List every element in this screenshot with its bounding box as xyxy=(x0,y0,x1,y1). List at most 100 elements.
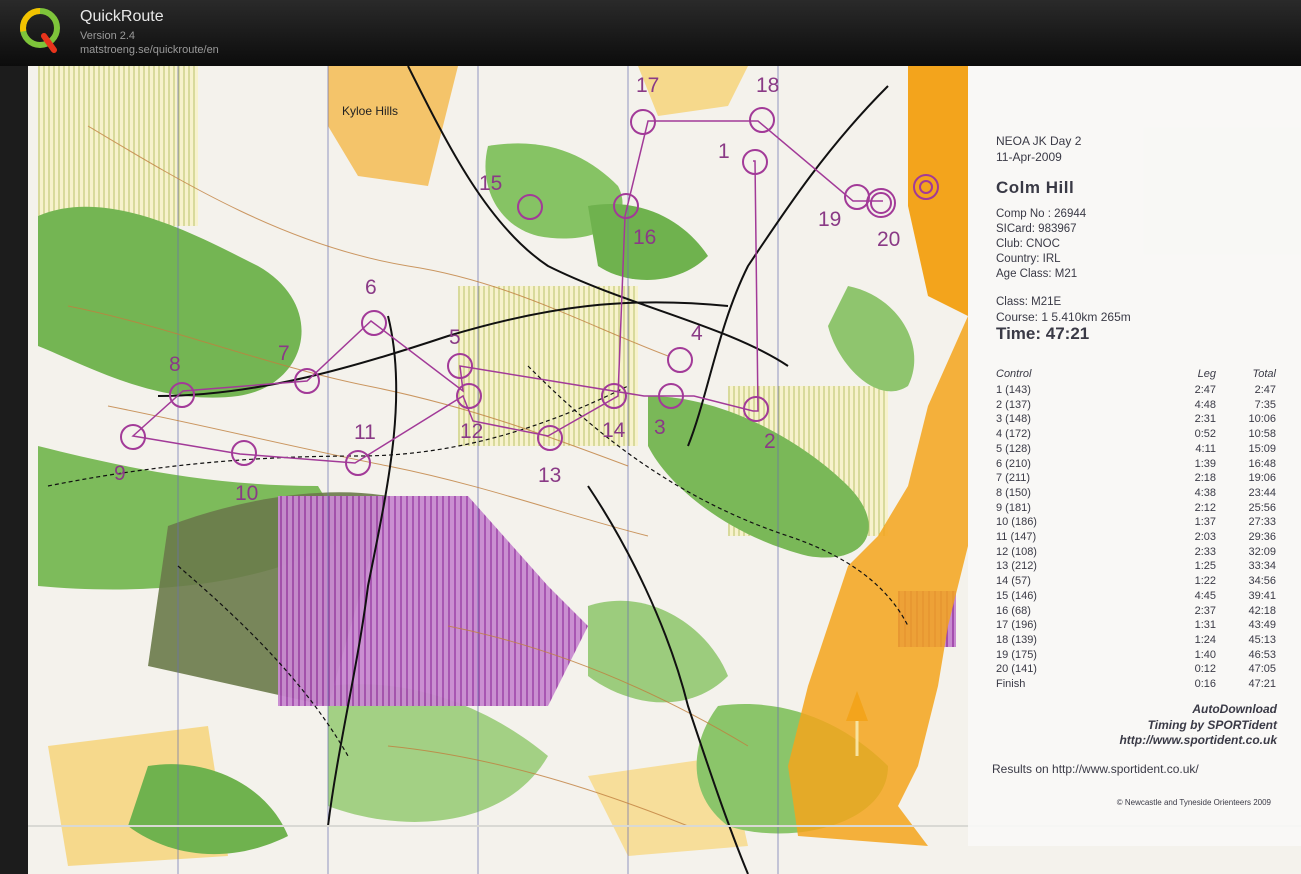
control-label-11: 11 xyxy=(354,421,376,444)
control-label-8: 8 xyxy=(169,353,181,376)
split-row: 15 (146) 4:45 39:41 xyxy=(996,590,1276,604)
split-leg: 4:45 xyxy=(1194,589,1216,602)
country: Country: IRL xyxy=(996,253,1061,265)
split-control: 19 (175) xyxy=(996,648,1037,661)
control-label-15: 15 xyxy=(479,172,503,195)
split-control: 16 (68) xyxy=(996,604,1031,617)
split-total: 32:09 xyxy=(1248,545,1276,558)
app-version: Version 2.4 xyxy=(80,30,136,42)
split-control: 11 (147) xyxy=(996,531,1037,543)
split-leg: 1:22 xyxy=(1194,575,1216,588)
comp-no: Comp No : 26944 xyxy=(996,208,1087,220)
split-row: 20 (141) 0:12 47:05 xyxy=(996,663,1276,677)
age-class: Age Class: M21 xyxy=(996,268,1078,280)
split-control: 13 (212) xyxy=(996,560,1037,573)
control-label-3: 3 xyxy=(654,416,666,439)
split-row: 12 (108) 2:33 32:09 xyxy=(996,546,1276,560)
split-total: 43:49 xyxy=(1248,619,1276,632)
split-row: 9 (181) 2:12 25:56 xyxy=(996,502,1276,516)
split-leg: 2:37 xyxy=(1194,604,1216,617)
control-label-9: 9 xyxy=(114,462,126,485)
split-total: 27:33 xyxy=(1248,516,1276,529)
quickroute-logo-icon xyxy=(20,8,60,53)
split-row: 18 (139) 1:24 45:13 xyxy=(996,634,1276,648)
split-total: 10:06 xyxy=(1248,413,1276,426)
app-url[interactable]: matstroeng.se/quickroute/en xyxy=(80,44,219,56)
split-control: 3 (148) xyxy=(996,413,1031,426)
split-row: 6 (210) 1:39 16:48 xyxy=(996,458,1276,472)
split-total: 16:48 xyxy=(1248,457,1276,470)
split-leg: 0:16 xyxy=(1194,678,1216,690)
place-label: Kyloe Hills xyxy=(342,104,399,118)
split-leg: 1:40 xyxy=(1194,648,1216,661)
autodownload-label: AutoDownload xyxy=(1192,702,1277,716)
split-total: 46:53 xyxy=(1248,648,1276,661)
split-leg: 2:18 xyxy=(1194,472,1216,485)
split-leg: 1:37 xyxy=(1194,516,1216,529)
map-title: Colm Hill xyxy=(996,178,1075,197)
split-row: 1 (143) 2:47 2:47 xyxy=(996,384,1276,398)
control-label-4: 4 xyxy=(691,322,703,345)
split-row: 8 (150) 4:38 23:44 xyxy=(996,487,1276,501)
split-row: 19 (175) 1:40 46:53 xyxy=(996,649,1276,663)
split-row: 5 (128) 4:11 15:09 xyxy=(996,443,1276,457)
split-total: 10:58 xyxy=(1248,428,1276,441)
split-leg: 0:52 xyxy=(1194,428,1216,441)
split-control: 9 (181) xyxy=(996,501,1031,514)
split-total: 39:41 xyxy=(1248,589,1276,602)
timing-label: Timing by SPORTident xyxy=(1147,718,1277,732)
split-row: Finish 0:16 47:21 xyxy=(996,678,1276,692)
split-row: 11 (147) 2:03 29:36 xyxy=(996,531,1276,545)
split-control: 15 (146) xyxy=(996,589,1037,602)
split-row: 10 (186) 1:37 27:33 xyxy=(996,516,1276,530)
split-leg: 4:11 xyxy=(1195,442,1216,455)
split-row: 3 (148) 2:31 10:06 xyxy=(996,413,1276,427)
header-total: Total xyxy=(1252,368,1276,380)
split-total: 45:13 xyxy=(1248,633,1276,646)
split-control: 20 (141) xyxy=(996,663,1037,676)
split-row: 14 (57) 1:22 34:56 xyxy=(996,575,1276,589)
split-leg: 1:31 xyxy=(1194,619,1216,632)
split-row: 7 (211) 2:18 19:06 xyxy=(996,472,1276,486)
split-control: 4 (172) xyxy=(996,428,1031,441)
split-leg: 1:39 xyxy=(1194,457,1216,470)
orienteering-map[interactable]: Kyloe Hills 1 2 3 4 5 6 7 8 9 10 11 12 1… xyxy=(28,66,1301,874)
finish-time: Time: 47:21 xyxy=(996,324,1090,343)
header-leg: Leg xyxy=(1197,368,1216,380)
split-control: Finish xyxy=(996,678,1026,690)
control-label-16: 16 xyxy=(633,226,657,249)
split-total: 42:18 xyxy=(1248,604,1276,617)
control-label-18: 18 xyxy=(756,74,780,97)
split-leg: 2:31 xyxy=(1194,413,1216,426)
split-control: 14 (57) xyxy=(996,575,1031,588)
split-total: 19:06 xyxy=(1248,472,1276,485)
sportident-link[interactable]: http://www.sportident.co.uk xyxy=(1119,733,1277,747)
control-label-14: 14 xyxy=(602,419,626,442)
split-row: 2 (137) 4:48 7:35 xyxy=(996,399,1276,413)
split-row: 17 (196) 1:31 43:49 xyxy=(996,619,1276,633)
split-leg: 2:12 xyxy=(1194,501,1216,514)
control-label-10: 10 xyxy=(235,482,259,505)
sicard: SICard: 983967 xyxy=(996,223,1077,235)
split-leg: 4:48 xyxy=(1194,398,1216,411)
control-label-17: 17 xyxy=(636,74,660,97)
control-label-12: 12 xyxy=(460,420,484,443)
results-link[interactable]: Results on http://www.sportident.co.uk/ xyxy=(992,762,1199,776)
split-control: 10 (186) xyxy=(996,516,1037,529)
control-label-6: 6 xyxy=(365,276,377,299)
split-leg: 2:33 xyxy=(1194,545,1216,558)
copyright: © Newcastle and Tyneside Orienteers 2009 xyxy=(1116,798,1271,807)
split-leg: 2:03 xyxy=(1194,531,1216,543)
split-total: 29:36 xyxy=(1248,531,1276,543)
split-control: 5 (128) xyxy=(996,442,1031,455)
split-total: 25:56 xyxy=(1248,501,1276,514)
split-control: 17 (196) xyxy=(996,619,1037,632)
split-leg: 1:24 xyxy=(1194,633,1216,646)
split-control: 2 (137) xyxy=(996,398,1031,411)
split-control: 1 (143) xyxy=(996,384,1031,396)
app-name: QuickRoute xyxy=(80,8,164,25)
race-name: NEOA JK Day 2 xyxy=(996,134,1082,148)
class: Class: M21E xyxy=(996,296,1062,308)
split-leg: 2:47 xyxy=(1194,384,1216,396)
course-info: Course: 1 5.410km 265m xyxy=(996,310,1131,324)
